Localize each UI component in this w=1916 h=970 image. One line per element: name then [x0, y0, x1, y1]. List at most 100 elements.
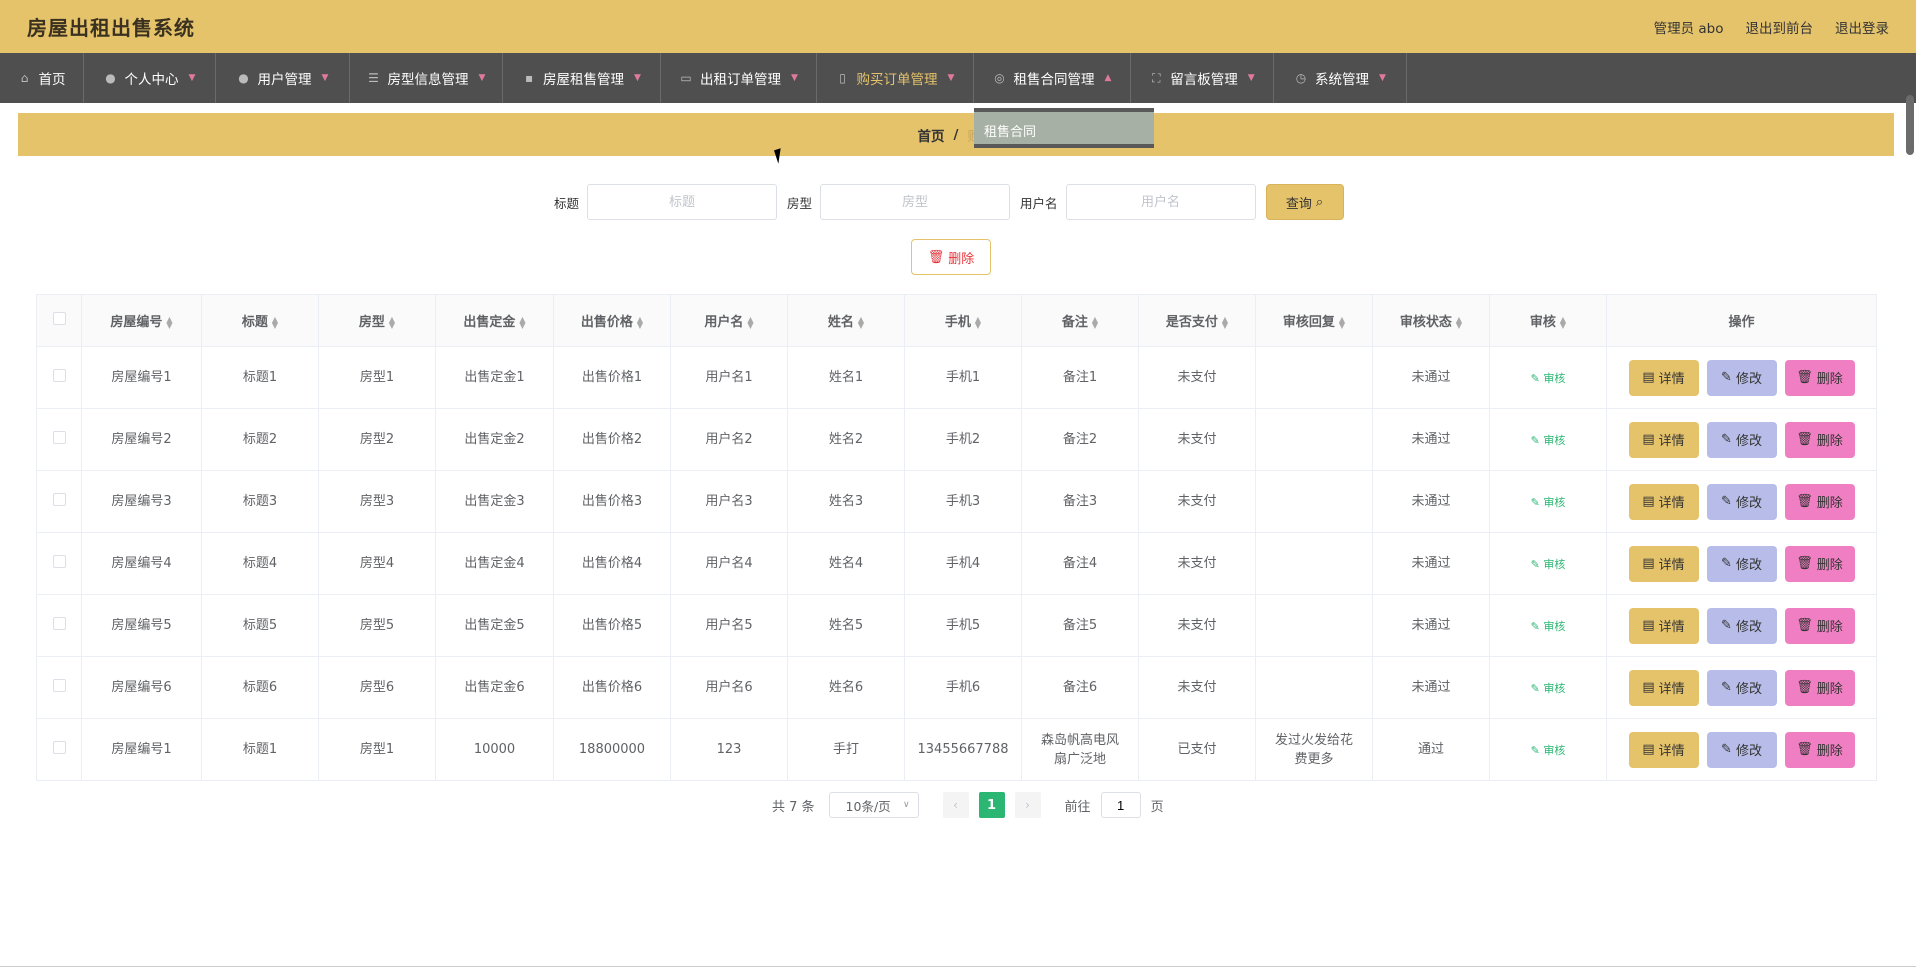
nav-message-board-management[interactable]: ⛶ 留言板管理 ▼: [1131, 53, 1274, 103]
detail-button[interactable]: ▤ 详情: [1628, 731, 1699, 768]
row-checkbox[interactable]: [52, 555, 66, 568]
sort-icon[interactable]: ▲ ▼: [975, 315, 981, 329]
delete-button[interactable]: 🗑 删除: [1784, 669, 1855, 706]
sort-icon[interactable]: ▲ ▼: [1092, 315, 1098, 329]
edit-button[interactable]: ✎ 修改: [1706, 359, 1777, 396]
column-header[interactable]: 姓名 ▲ ▼: [787, 294, 905, 347]
nav-house-rental-management[interactable]: ▪ 房屋租售管理 ▼: [503, 53, 661, 103]
audit-link[interactable]: ✎ 审核: [1531, 620, 1566, 633]
column-header[interactable]: 出售价格 ▲ ▼: [553, 294, 671, 347]
document-icon: ▤: [1642, 494, 1655, 509]
delete-button[interactable]: 🗑 删除: [1784, 731, 1855, 768]
sort-icon[interactable]: ▲ ▼: [747, 315, 753, 329]
delete-button[interactable]: 🗑 删除: [1784, 607, 1855, 644]
delete-button[interactable]: 🗑 删除: [1784, 421, 1855, 458]
table-cell: [1255, 470, 1373, 533]
username-search-input[interactable]: [1065, 184, 1256, 220]
nav-personal-center[interactable]: ● 个人中心 ▼: [84, 53, 216, 103]
delete-button[interactable]: 🗑 删除: [1784, 359, 1855, 396]
sort-icon[interactable]: ▲ ▼: [1222, 315, 1228, 329]
column-header[interactable]: 审核回复 ▲ ▼: [1255, 294, 1373, 347]
sort-icon[interactable]: ▲ ▼: [272, 315, 278, 329]
detail-button[interactable]: ▤ 详情: [1628, 421, 1699, 458]
column-header[interactable]: 审核状态 ▲ ▼: [1372, 294, 1490, 347]
edit-button[interactable]: ✎ 修改: [1706, 607, 1777, 644]
detail-button[interactable]: ▤ 详情: [1628, 669, 1699, 706]
column-header[interactable]: 用户名 ▲ ▼: [670, 294, 788, 347]
nav-system-management[interactable]: ◷ 系统管理 ▼: [1274, 53, 1407, 103]
edit-button[interactable]: ✎ 修改: [1706, 545, 1777, 582]
row-checkbox[interactable]: [52, 741, 66, 754]
edit-button[interactable]: ✎ 修改: [1706, 669, 1777, 706]
row-checkbox[interactable]: [52, 493, 66, 506]
sort-icon[interactable]: ▲ ▼: [637, 315, 643, 329]
column-header[interactable]: 审核 ▲ ▼: [1489, 294, 1607, 347]
edit-button[interactable]: ✎ 修改: [1706, 421, 1777, 458]
batch-delete-button[interactable]: 🗑 删除: [911, 239, 991, 275]
column-header[interactable]: 手机 ▲ ▼: [904, 294, 1022, 347]
sort-icon[interactable]: ▲ ▼: [519, 315, 525, 329]
query-button[interactable]: 查询 ⌕: [1265, 184, 1344, 220]
sort-icon[interactable]: ▲ ▼: [858, 315, 864, 329]
column-header[interactable]: 备注 ▲ ▼: [1021, 294, 1139, 347]
logout-link[interactable]: 退出登录: [1835, 17, 1889, 37]
column-header[interactable]: 房型 ▲ ▼: [318, 294, 436, 347]
column-header-label: 用户名: [704, 315, 744, 330]
sort-icon[interactable]: ▲ ▼: [1339, 315, 1345, 329]
edit-button[interactable]: ✎ 修改: [1706, 731, 1777, 768]
search-form: 标题 房型 用户名 查询 ⌕: [554, 184, 1344, 220]
submenu-item-contract[interactable]: 租售合同: [974, 108, 1154, 148]
row-checkbox[interactable]: [52, 369, 66, 382]
sort-icon[interactable]: ▲ ▼: [1560, 315, 1566, 329]
nav-contract-management[interactable]: ◎ 租售合同管理 ▲: [974, 53, 1131, 103]
detail-button[interactable]: ▤ 详情: [1628, 545, 1699, 582]
page-scrollbar[interactable]: [1906, 95, 1914, 155]
admin-user-label[interactable]: 管理员 abo: [1654, 17, 1724, 37]
detail-button[interactable]: ▤ 详情: [1628, 607, 1699, 644]
row-checkbox-cell: [36, 594, 82, 657]
prev-page-button[interactable]: ‹: [942, 792, 969, 818]
goto-page-input[interactable]: [1100, 792, 1141, 818]
sort-icon[interactable]: ▲ ▼: [389, 315, 395, 329]
edit-button[interactable]: ✎ 修改: [1706, 483, 1777, 520]
column-header[interactable]: 是否支付 ▲ ▼: [1138, 294, 1256, 347]
table-cell: 标题5: [201, 594, 319, 657]
audit-link[interactable]: ✎ 审核: [1531, 434, 1566, 447]
audit-link[interactable]: ✎ 审核: [1531, 558, 1566, 571]
audit-link[interactable]: ✎ 审核: [1531, 372, 1566, 385]
document-icon: ▤: [1642, 618, 1655, 633]
nav-purchase-order-management[interactable]: ▯ 购买订单管理 ▼: [817, 53, 974, 103]
cell-value: 房屋编号3: [111, 494, 172, 509]
select-all-checkbox[interactable]: [52, 312, 66, 325]
row-checkbox[interactable]: [52, 617, 66, 630]
detail-button[interactable]: ▤ 详情: [1628, 359, 1699, 396]
next-page-button[interactable]: ›: [1014, 792, 1041, 818]
title-search-input[interactable]: [587, 184, 778, 220]
nav-rental-order-management[interactable]: ▭ 出租订单管理 ▼: [661, 53, 817, 103]
breadcrumb-home[interactable]: 首页: [918, 125, 945, 145]
page-size-select[interactable]: 10条/页 ∨: [828, 792, 919, 818]
row-checkbox[interactable]: [52, 679, 66, 692]
audit-link[interactable]: ✎ 审核: [1531, 682, 1566, 695]
nav-room-type-management[interactable]: ☰ 房型信息管理 ▼: [350, 53, 503, 103]
page-number-current[interactable]: 1: [978, 792, 1005, 818]
room-type-search-input[interactable]: [820, 184, 1011, 220]
sort-icon[interactable]: ▲ ▼: [1456, 315, 1462, 329]
cell-value: 未支付: [1177, 680, 1217, 695]
cell-value: 标题4: [242, 556, 278, 571]
column-header[interactable]: 房屋编号 ▲ ▼: [81, 294, 202, 347]
detail-button[interactable]: ▤ 详情: [1628, 483, 1699, 520]
column-header[interactable]: 标题 ▲ ▼: [201, 294, 319, 347]
row-checkbox[interactable]: [52, 431, 66, 444]
audit-link[interactable]: ✎ 审核: [1531, 744, 1566, 757]
nav-user-management[interactable]: ● 用户管理 ▼: [216, 53, 350, 103]
phone-icon: ▯: [839, 71, 846, 85]
delete-button[interactable]: 🗑 删除: [1784, 483, 1855, 520]
column-header[interactable]: 出售定金 ▲ ▼: [435, 294, 554, 347]
audit-link[interactable]: ✎ 审核: [1531, 496, 1566, 509]
delete-label: 删除: [1816, 744, 1843, 759]
delete-button[interactable]: 🗑 删除: [1784, 545, 1855, 582]
exit-to-front-link[interactable]: 退出到前台: [1746, 17, 1814, 37]
sort-icon[interactable]: ▲ ▼: [166, 315, 172, 329]
nav-home[interactable]: ⌂ 首页: [0, 53, 84, 103]
